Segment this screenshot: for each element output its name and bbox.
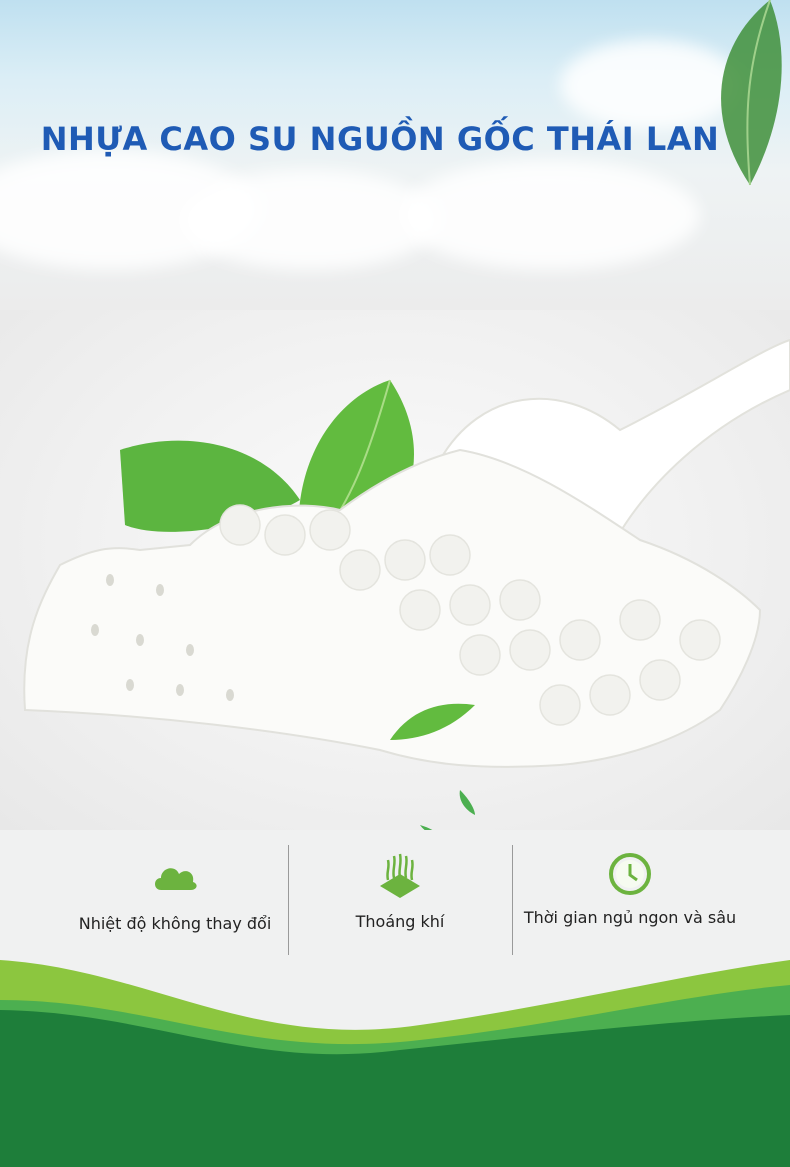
feature-temperature: Nhiệt độ không thay đổi — [60, 860, 290, 933]
leaf-corner-icon — [721, 0, 782, 186]
hero-illustration — [0, 310, 790, 830]
feature-label: Nhiệt độ không thay đổi — [78, 914, 272, 933]
airflow-icon — [380, 853, 420, 898]
feature-sleep: Thời gian ngủ ngon và sâu — [520, 852, 740, 927]
latex-pillow-image — [23, 338, 790, 830]
feature-breathable: Thoáng khí — [300, 850, 500, 931]
divider — [512, 845, 513, 955]
green-wave-footer — [0, 960, 790, 1167]
feature-label: Thời gian ngủ ngon và sâu — [523, 908, 737, 927]
clock-icon — [609, 853, 651, 895]
cloud-icon — [155, 868, 197, 890]
divider — [288, 845, 289, 955]
feature-label: Thoáng khí — [355, 912, 445, 931]
page-title: NHỰA CAO SU NGUỒN GỐC THÁI LAN — [40, 120, 720, 158]
